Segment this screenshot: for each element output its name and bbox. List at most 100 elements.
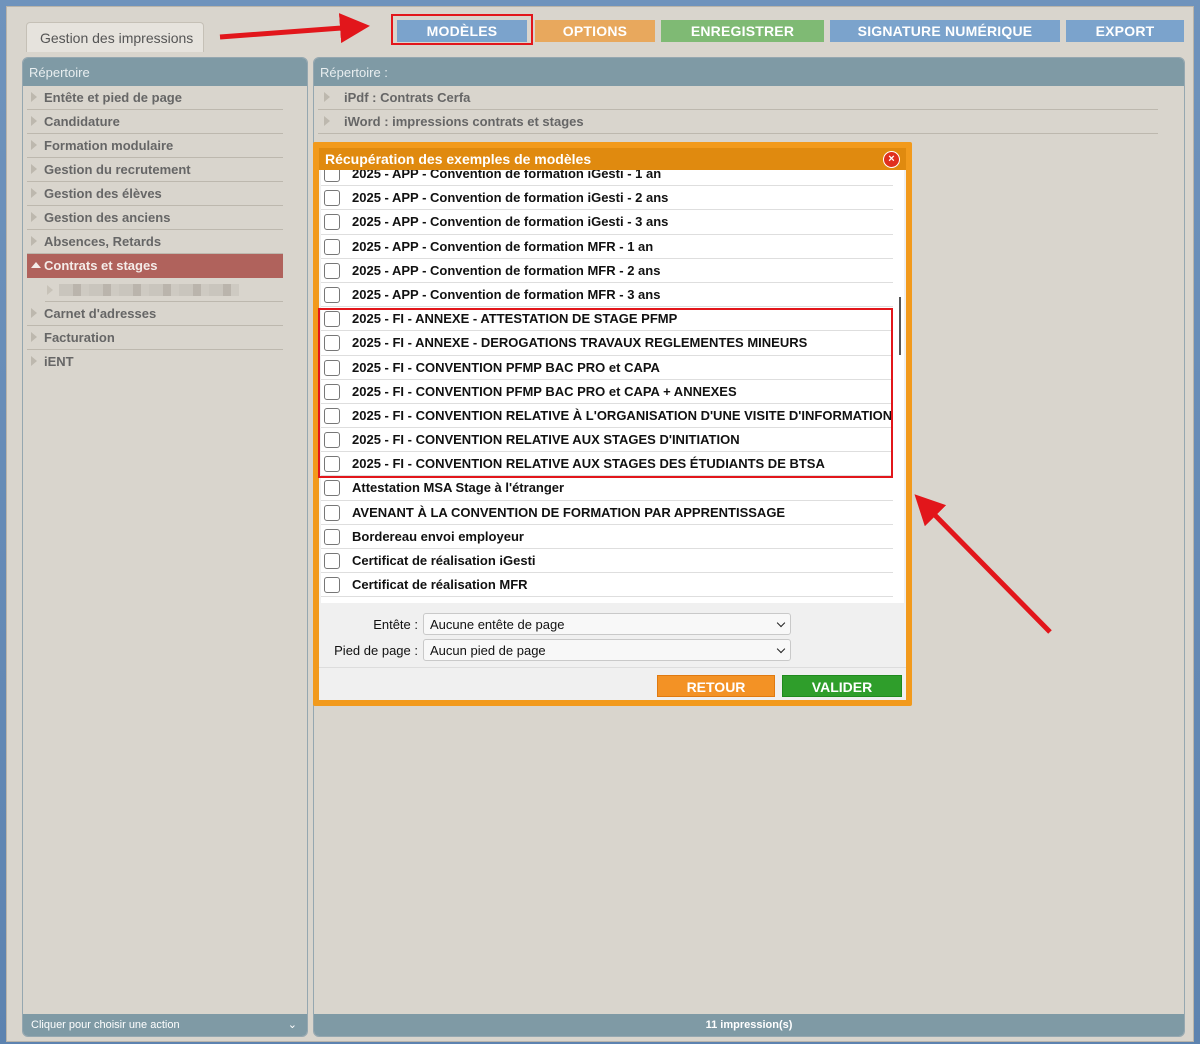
template-row[interactable]: Attestation MSA Stage à l'étranger — [321, 476, 893, 501]
scrollbar-thumb[interactable] — [899, 297, 901, 355]
tree-item-eleves[interactable]: Gestion des élèves — [27, 182, 283, 206]
template-label: AVENANT À LA CONVENTION DE FORMATION PAR… — [352, 504, 786, 520]
expand-arrow-icon — [31, 164, 37, 174]
expand-arrow-icon — [31, 236, 37, 246]
tree-item-label: Absences, Retards — [44, 234, 162, 249]
entete-value: Aucune entête de page — [430, 617, 565, 632]
options-button[interactable]: OPTIONS — [535, 20, 655, 42]
template-checkbox[interactable] — [324, 553, 340, 569]
template-checkbox[interactable] — [324, 480, 340, 497]
chevron-down-icon: ⌄ — [287, 1019, 297, 1031]
export-button[interactable]: EXPORT — [1066, 20, 1184, 42]
highlight-box-fi-rows — [318, 308, 893, 478]
template-checkbox[interactable] — [324, 262, 340, 279]
expand-arrow-icon — [31, 308, 37, 318]
template-label: Certificat de réalisation iGesti — [352, 553, 536, 568]
folder-label: iPdf : Contrats Cerfa — [344, 90, 471, 105]
entete-select[interactable]: Aucune entête de page — [423, 613, 791, 635]
template-row[interactable]: AVENANT À LA CONVENTION DE FORMATION PAR… — [321, 501, 893, 525]
template-checkbox[interactable] — [324, 214, 340, 231]
pied-label: Pied de page : — [334, 643, 418, 658]
tree-item-label: Candidature — [44, 114, 120, 129]
expand-arrow-icon — [31, 212, 37, 222]
blurred-label — [59, 284, 239, 296]
tree-item-absences[interactable]: Absences, Retards — [27, 230, 283, 254]
divider — [319, 667, 906, 668]
template-row[interactable]: 2025 - APP - Convention de formation iGe… — [321, 210, 893, 235]
template-checkbox[interactable] — [324, 170, 340, 182]
tree-item-label: Contrats et stages — [44, 258, 158, 273]
signature-numerique-button[interactable]: SIGNATURE NUMÉRIQUE — [830, 20, 1060, 42]
tree-item-contrats-stages[interactable]: Contrats et stages — [27, 254, 283, 278]
template-checkbox[interactable] — [324, 190, 340, 207]
retour-button[interactable]: RETOUR — [657, 675, 775, 697]
expand-arrow-icon — [31, 92, 37, 102]
expand-arrow-icon — [31, 116, 37, 126]
template-label: 2025 - APP - Convention de formation MFR… — [352, 238, 654, 254]
template-row[interactable]: 2025 - APP - Convention de formation MFR… — [321, 259, 893, 283]
template-row[interactable]: Bordereau envoi employeur — [321, 525, 893, 549]
folder-label: iWord : impressions contrats et stages — [344, 114, 584, 129]
collapse-arrow-icon — [31, 262, 41, 268]
tree-item-label: Gestion du recrutement — [44, 162, 191, 177]
pied-row: Pied de page : Aucun pied de page — [319, 639, 906, 661]
right-panel-header: Répertoire : — [314, 58, 1184, 86]
template-row[interactable]: Certificat de réalisation MFR — [321, 573, 893, 598]
template-label: Bordereau envoi employeur — [352, 528, 524, 544]
template-row[interactable]: 2025 - APP - Convention de formation MFR… — [321, 283, 893, 308]
highlight-box-modeles — [391, 14, 533, 45]
entete-row: Entête : Aucune entête de page — [319, 613, 906, 635]
impression-count: 11 impression(s) — [314, 1014, 1184, 1036]
template-checkbox[interactable] — [324, 238, 340, 255]
tree-subitem-blurred[interactable] — [45, 278, 283, 302]
template-row[interactable]: 2025 - APP - Convention de formation iGe… — [321, 170, 893, 187]
chevron-down-icon — [776, 644, 786, 654]
tree-item-label: Gestion des élèves — [44, 186, 162, 201]
expand-arrow-icon — [31, 140, 37, 150]
enregistrer-button[interactable]: ENREGISTRER — [661, 20, 824, 42]
tree-item-label: Facturation — [44, 330, 115, 345]
tree-item-recrutement[interactable]: Gestion du recrutement — [27, 158, 283, 182]
tree-item-label: Gestion des anciens — [44, 210, 171, 225]
template-checkbox[interactable] — [324, 286, 340, 303]
close-icon[interactable]: × — [883, 151, 900, 168]
folder-iword[interactable]: iWord : impressions contrats et stages — [318, 110, 1158, 134]
expand-arrow-icon — [324, 92, 330, 102]
tree-item-entete[interactable]: Entête et pied de page — [27, 86, 283, 110]
expand-arrow-icon — [31, 332, 37, 342]
action-chooser[interactable]: Cliquer pour choisir une action ⌄ — [23, 1014, 307, 1036]
tree-item-label: Entête et pied de page — [44, 90, 182, 105]
tree-item-label: Carnet d'adresses — [44, 306, 157, 321]
template-label: Certificat de réalisation MFR — [352, 577, 528, 593]
template-checkbox[interactable] — [324, 577, 340, 594]
tree-item-label: iENT — [44, 354, 74, 369]
template-label: Attestation MSA Stage à l'étranger — [352, 480, 565, 496]
tree-item-facturation[interactable]: Facturation — [27, 326, 283, 350]
template-checkbox[interactable] — [324, 504, 340, 521]
left-panel-header: Répertoire — [23, 58, 307, 86]
tree-item-label: Formation modulaire — [44, 138, 174, 153]
template-label: 2025 - APP - Convention de formation iGe… — [352, 170, 662, 181]
template-row[interactable]: 2025 - APP - Convention de formation MFR… — [321, 235, 893, 259]
expand-arrow-icon — [31, 188, 37, 198]
tab-gestion-impressions[interactable]: Gestion des impressions — [26, 22, 204, 52]
tree-item-carnet-adresses[interactable]: Carnet d'adresses — [27, 302, 283, 326]
tree-item-anciens[interactable]: Gestion des anciens — [27, 206, 283, 230]
tree-item-ient[interactable]: iENT — [27, 350, 283, 374]
pied-select[interactable]: Aucun pied de page — [423, 639, 791, 661]
valider-button[interactable]: VALIDER — [782, 675, 902, 697]
tree-item-formation-modulaire[interactable]: Formation modulaire — [27, 134, 283, 158]
left-directory-panel: Répertoire Entête et pied de page Candid… — [22, 57, 308, 1037]
template-checkbox[interactable] — [324, 528, 340, 545]
tree-item-candidature[interactable]: Candidature — [27, 110, 283, 134]
entete-label: Entête : — [373, 617, 418, 632]
folder-ipdf[interactable]: iPdf : Contrats Cerfa — [318, 86, 1158, 110]
expand-arrow-icon — [47, 285, 53, 295]
template-label: 2025 - APP - Convention de formation MFR… — [352, 286, 661, 302]
template-row[interactable]: 2025 - APP - Convention de formation iGe… — [321, 186, 893, 211]
chevron-down-icon — [776, 618, 786, 628]
template-row[interactable]: Certificat de réalisation iGesti — [321, 549, 893, 574]
pied-value: Aucun pied de page — [430, 643, 546, 658]
expand-arrow-icon — [31, 356, 37, 366]
action-chooser-label: Cliquer pour choisir une action — [31, 1019, 180, 1031]
